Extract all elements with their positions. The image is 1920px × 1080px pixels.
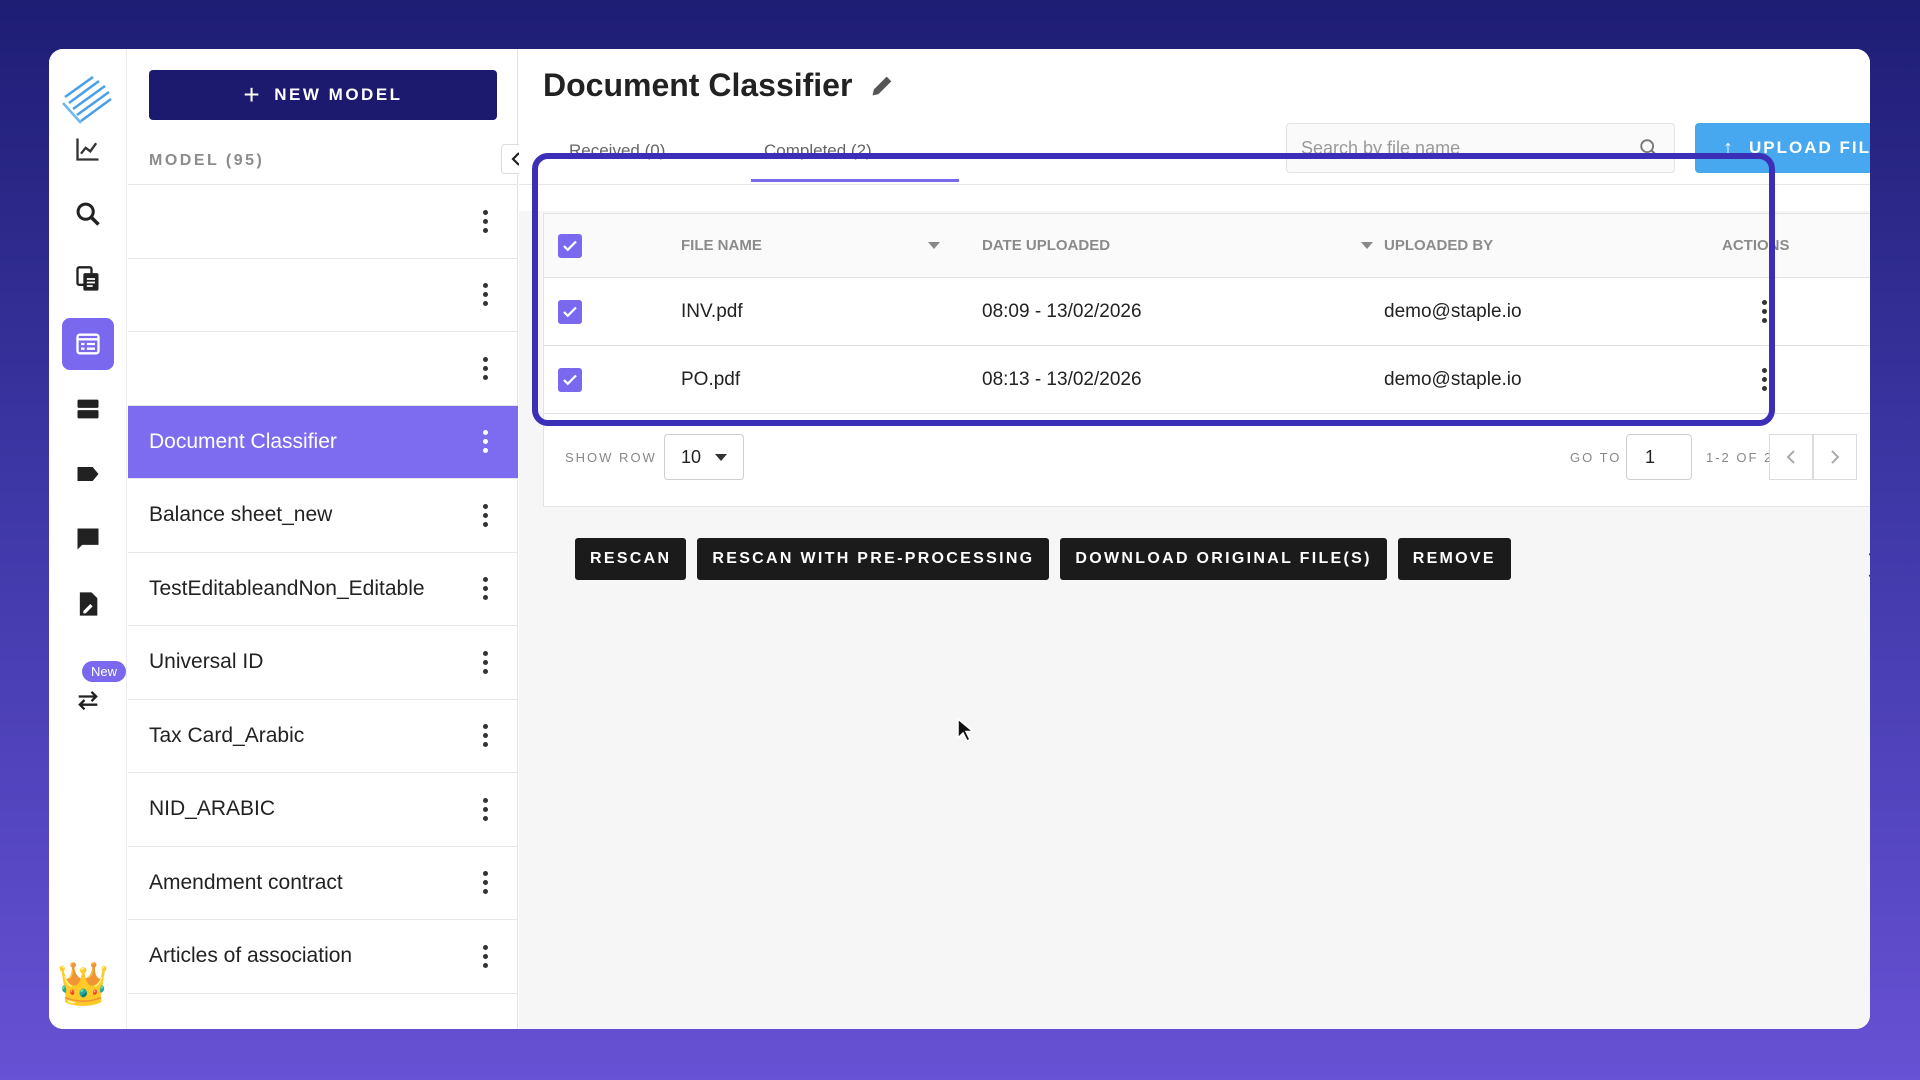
tags-nav[interactable] (62, 448, 114, 500)
model-list-item[interactable]: Universal ID (128, 626, 518, 700)
page-title: Document Classifier (543, 67, 853, 103)
model-list-item[interactable] (128, 259, 518, 332)
more-options-icon[interactable] (480, 503, 490, 527)
logo-icon[interactable] (59, 67, 115, 129)
chat-nav[interactable] (62, 513, 114, 565)
more-options-icon[interactable] (480, 650, 490, 674)
search-nav[interactable] (62, 188, 114, 240)
edit-pencil-icon[interactable] (868, 72, 896, 100)
model-list-item[interactable]: TestEditableandNon_Editable (128, 553, 518, 626)
storage-icon (77, 399, 99, 419)
more-options-icon[interactable] (480, 944, 490, 968)
more-options-icon[interactable] (480, 871, 490, 895)
crown-icon[interactable]: 👑 (57, 963, 109, 1005)
model-count-label: MODEL (95) (149, 152, 265, 169)
model-list-item[interactable]: Tax Card_Arabic (128, 700, 518, 773)
highlight-box (532, 153, 1775, 426)
remove-button[interactable]: REMOVE (1397, 538, 1511, 580)
show-row-label: SHOW ROW (565, 449, 657, 465)
swap-icon (78, 691, 98, 711)
model-list-item[interactable]: Articles of association (128, 920, 518, 994)
model-list-item[interactable]: NID_ARABIC (128, 773, 518, 847)
file-edit-icon (79, 592, 98, 616)
chevron-down-icon (715, 453, 727, 461)
model-list-item[interactable] (128, 332, 518, 406)
plus-icon: + (243, 79, 263, 110)
chart-icon (76, 138, 99, 161)
goto-page-input[interactable]: 1 (1626, 434, 1692, 480)
rows-per-page-select[interactable]: 10 (664, 434, 744, 480)
mouse-cursor-icon (957, 717, 974, 743)
documents-nav[interactable] (62, 253, 114, 305)
next-page-button[interactable] (1813, 434, 1857, 480)
model-label: Tax Card_Arabic (149, 723, 305, 747)
model-label: Universal ID (149, 650, 264, 674)
page-range-label: 1-2 OF 2 (1706, 449, 1774, 465)
prev-page-button[interactable] (1769, 434, 1813, 480)
more-options-icon[interactable] (480, 209, 490, 233)
rescan-button[interactable]: RESCAN (575, 538, 687, 580)
model-label: TestEditableandNon_Editable (149, 576, 425, 600)
tag-icon (77, 467, 99, 481)
page-title-row: Document Classifier (543, 67, 896, 104)
file-edit-nav[interactable] (62, 578, 114, 630)
rows-per-page-value: 10 (681, 446, 702, 467)
new-model-label: NEW MODEL (274, 85, 403, 104)
storage-nav[interactable] (62, 383, 114, 435)
documents-icon (76, 266, 99, 291)
model-list-item[interactable]: Amendment contract (128, 847, 518, 920)
model-list: Document Classifier Balance sheet_new Te… (128, 184, 518, 994)
goto-label: GO TO (1570, 449, 1622, 465)
more-options-icon[interactable] (480, 724, 490, 748)
chevron-right-icon (1831, 450, 1840, 464)
rescan-preprocessing-button[interactable]: RESCAN WITH PRE-PROCESSING (697, 538, 1050, 580)
chevron-left-icon (1786, 450, 1795, 464)
more-options-icon[interactable] (480, 356, 490, 380)
download-original-button[interactable]: DOWNLOAD ORIGINAL FILE(S) (1060, 538, 1387, 580)
app-window: New 👑 + NEW MODEL MODEL (95) Document Cl… (49, 49, 1870, 1029)
model-list-item-active[interactable]: Document Classifier (128, 405, 518, 479)
more-options-icon[interactable] (480, 797, 490, 821)
model-label: Articles of association (149, 944, 353, 968)
new-model-button[interactable]: + NEW MODEL (149, 70, 497, 120)
close-icon[interactable] (1864, 547, 1870, 583)
form-icon (76, 333, 100, 355)
model-list-item[interactable]: Balance sheet_new (128, 479, 518, 553)
analytics-nav[interactable] (62, 123, 114, 175)
more-options-icon[interactable] (480, 283, 490, 307)
model-list-item[interactable] (128, 185, 518, 259)
goto-page-value: 1 (1645, 446, 1656, 467)
chat-icon (77, 528, 99, 550)
model-label: Document Classifier (149, 429, 337, 453)
forms-nav[interactable] (62, 318, 114, 370)
model-label: NID_ARABIC (149, 797, 276, 821)
more-options-icon[interactable] (480, 577, 490, 601)
more-options-icon[interactable] (480, 430, 490, 454)
swap-nav[interactable] (62, 674, 114, 726)
model-label: Balance sheet_new (149, 503, 333, 527)
main-content: Document Classifier Received (0) Complet… (519, 49, 1870, 1029)
search-icon (76, 202, 100, 226)
table-pagination: SHOW ROW 10 GO TO 1 1-2 OF 2 (544, 414, 1870, 506)
model-sidebar: + NEW MODEL MODEL (95) Document Classifi… (128, 49, 531, 1029)
bulk-actions-bar: RESCAN RESCAN WITH PRE-PROCESSING DOWNLO… (575, 538, 1511, 580)
model-label: Amendment contract (149, 870, 343, 894)
icon-rail: New 👑 (49, 49, 127, 1029)
